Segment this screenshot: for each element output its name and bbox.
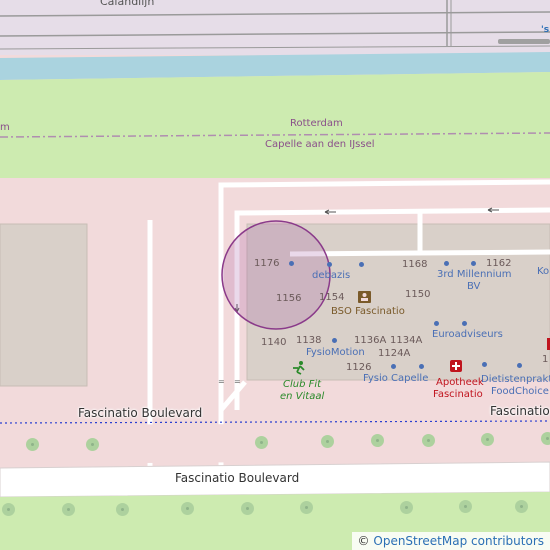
poi-label[interactable]: Fascinatio (433, 389, 483, 400)
poi-label[interactable]: FoodChoice (491, 386, 549, 397)
house-number: 1138 (296, 335, 322, 346)
tree-icon (481, 433, 494, 446)
copyright-symbol: © (357, 534, 370, 548)
street-label: Calandlijn (100, 0, 155, 8)
admin-label: Rotterdam (290, 118, 343, 129)
poi-label[interactable]: Club Fit (283, 379, 321, 390)
poi-dot[interactable] (482, 362, 487, 367)
poi-dot[interactable] (419, 364, 424, 369)
tree-icon (2, 503, 15, 516)
tree-icon (321, 435, 334, 448)
poi-dot[interactable] (462, 321, 467, 326)
house-number: 1154 (319, 292, 345, 303)
house-number: 1134A (390, 335, 423, 346)
road-label: Fascinatio B (490, 404, 550, 418)
attribution: © OpenStreetMap contributors (351, 532, 550, 550)
grass-area (0, 72, 550, 178)
tree-icon (400, 501, 413, 514)
poi-label[interactable]: Ko (537, 266, 549, 277)
verge (0, 423, 550, 464)
poi-dot[interactable] (471, 261, 476, 266)
building-left (0, 223, 88, 387)
service-road (289, 249, 550, 257)
poi-label[interactable]: Apotheek (436, 377, 484, 388)
poi-dot[interactable] (359, 262, 364, 267)
poi-dot[interactable] (391, 364, 396, 369)
poi-label[interactable]: Euroadviseurs (432, 329, 503, 340)
tree-icon (26, 438, 39, 451)
tree-icon (541, 432, 550, 445)
tree-icon (371, 434, 384, 447)
house-number: 1168 (402, 259, 428, 270)
poi-label[interactable]: FysioMotion (306, 347, 365, 358)
poi-label[interactable]: BSO Fascinatio (331, 306, 405, 317)
tree-icon (255, 436, 268, 449)
poi-dot[interactable] (517, 363, 522, 368)
poi-dot[interactable] (327, 262, 332, 267)
poi-dot[interactable] (289, 261, 294, 266)
poi-dot[interactable] (434, 321, 439, 326)
tree-icon (181, 502, 194, 515)
admin-label: Capelle aan den IJssel (265, 139, 375, 150)
svg-text:=: = (234, 377, 241, 386)
house-number: 1176 (254, 258, 280, 269)
poi-label[interactable]: Fysio Capelle (363, 373, 428, 384)
edge-label: m (0, 122, 10, 133)
poi-dot[interactable] (332, 338, 337, 343)
road-label: Fascinatio Boulevard (78, 406, 203, 420)
poi-label[interactable]: debazis (312, 270, 350, 281)
house-number: 1150 (405, 289, 431, 300)
tree-icon (241, 502, 254, 515)
house-number: 1162 (486, 258, 512, 269)
tree-icon (515, 500, 528, 513)
road-label: Fascinatio Boulevard (175, 471, 300, 485)
poi-dot[interactable] (444, 261, 449, 266)
house-number: 1140 (261, 337, 287, 348)
poi-label[interactable]: BV (467, 281, 480, 292)
svg-text:=: = (218, 377, 225, 386)
house-number: 1156 (276, 293, 302, 304)
edge-label: 's (541, 25, 550, 35)
house-number: 1124A (378, 348, 411, 359)
tree-icon (62, 503, 75, 516)
platform (498, 39, 550, 44)
attribution-link[interactable]: OpenStreetMap contributors (373, 534, 544, 548)
tree-icon (459, 500, 472, 513)
poi-label[interactable]: 3rd Millennium (437, 269, 511, 280)
poi-label[interactable]: Dietistenprakti (481, 374, 550, 385)
house-number: 1136A (354, 335, 387, 346)
poi-label[interactable]: en Vitaal (280, 391, 324, 402)
tree-icon (300, 501, 313, 514)
house-number: 1126 (346, 362, 372, 373)
house-number: 1 (542, 354, 549, 365)
childcare-icon (358, 291, 371, 303)
map-canvas[interactable]: = = Calandlijn 's m Rotterdam Capelle aa… (0, 0, 550, 550)
pharmacy-icon (450, 360, 462, 372)
tree-icon (422, 434, 435, 447)
tree-icon (116, 503, 129, 516)
tree-icon (86, 438, 99, 451)
